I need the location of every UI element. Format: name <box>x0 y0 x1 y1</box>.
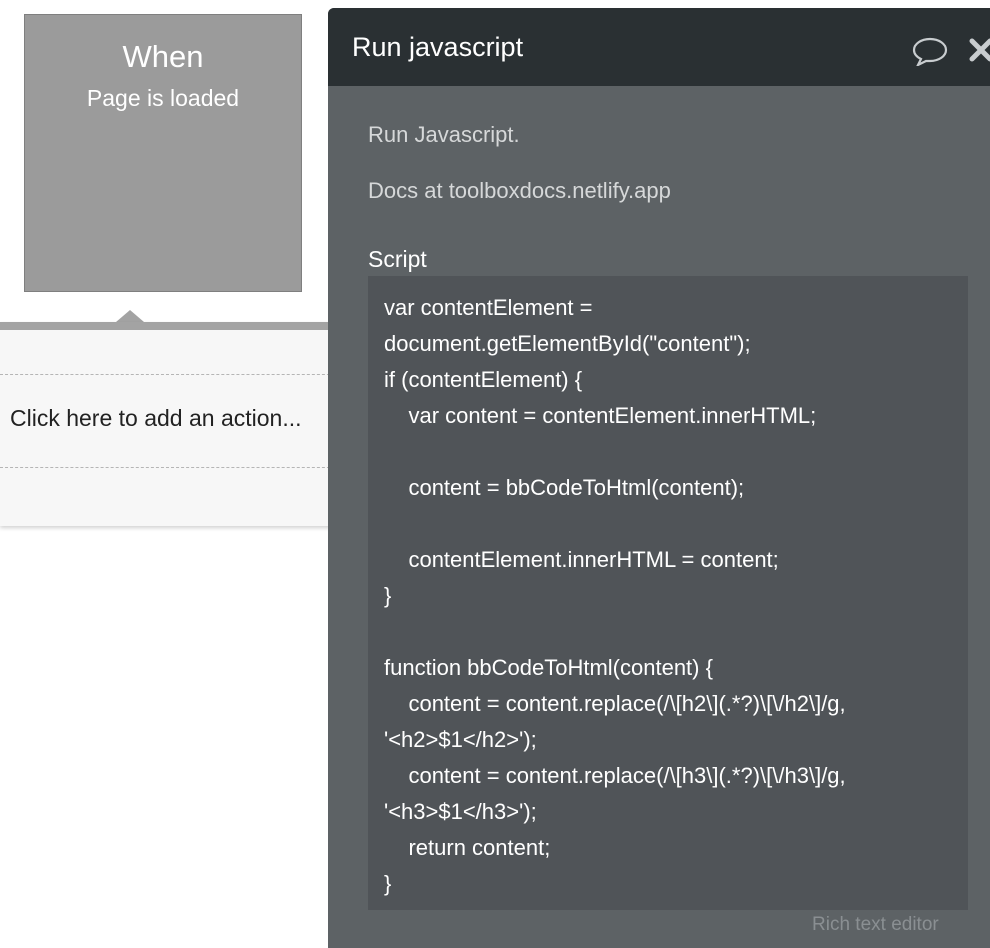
rich-text-editor-link[interactable]: Rich text editor <box>812 914 939 936</box>
docs-link: Docs at toolboxdocs.netlify.app <box>368 178 671 203</box>
add-action-label[interactable]: Click here to add an action... <box>10 405 302 432</box>
action-property-panel: Run javascript Run Javascript. Docs at t… <box>328 8 990 948</box>
add-action-slot[interactable]: Click here to add an action... <box>0 374 340 468</box>
action-strip-caret <box>116 310 144 322</box>
event-title: When <box>122 39 204 74</box>
script-label: Script <box>368 246 427 272</box>
action-strip: Click here to add an action... <box>0 322 340 526</box>
event-card[interactable]: When Page is loaded <box>24 14 302 292</box>
script-code[interactable]: var contentElement = document.getElement… <box>384 290 952 902</box>
close-icon[interactable] <box>968 36 990 64</box>
script-editor[interactable]: var contentElement = document.getElement… <box>368 276 968 910</box>
comment-icon[interactable] <box>912 36 948 66</box>
event-trigger-label: Page is loaded <box>86 85 240 111</box>
panel-header: Run javascript <box>328 8 990 86</box>
panel-title: Run javascript <box>352 32 524 62</box>
action-description: Run Javascript. <box>368 122 520 147</box>
